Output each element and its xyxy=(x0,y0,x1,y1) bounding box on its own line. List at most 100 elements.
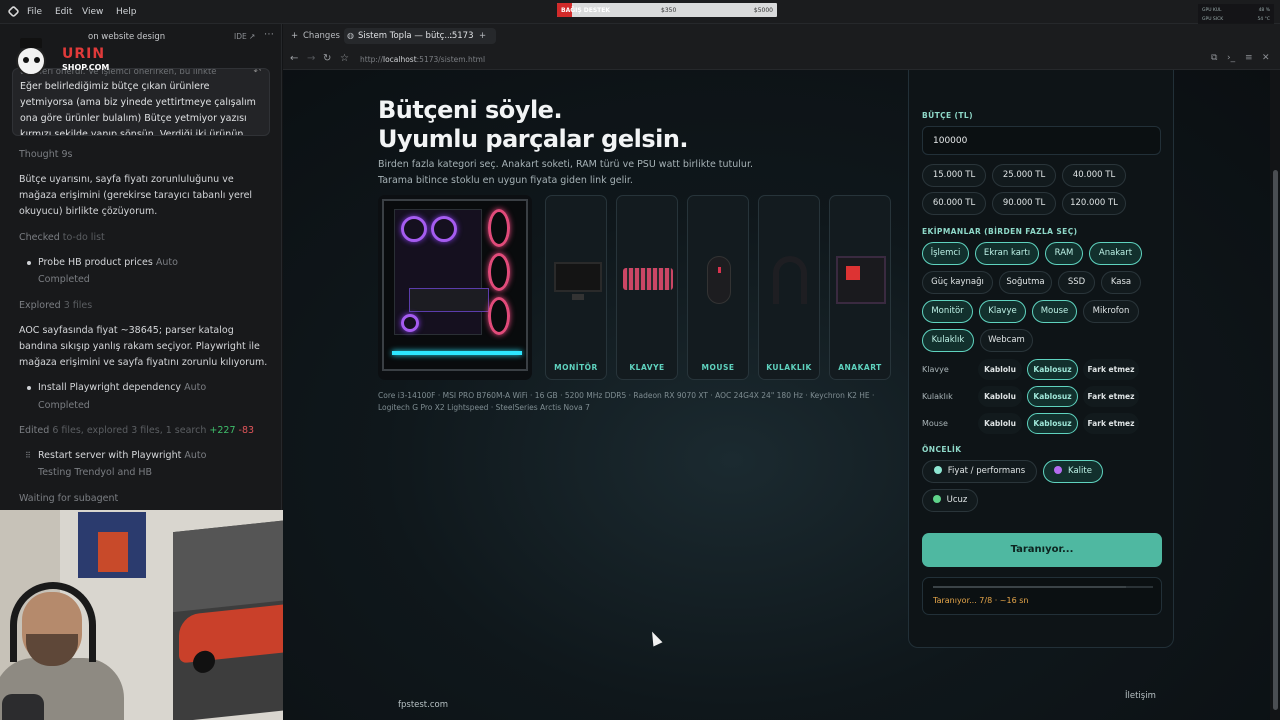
equipment-chip-case[interactable]: Kasa xyxy=(1101,271,1141,294)
donation-bar: BAĞIŞ DESTEK $350 $5000 xyxy=(557,3,777,17)
budget-label: BÜTÇE (TL) xyxy=(922,111,973,120)
tab-active-title[interactable]: Sistem Topla — bütç... xyxy=(358,31,452,41)
budget-preset-25000[interactable]: 25.000 TL xyxy=(992,164,1056,187)
menu-edit[interactable]: Edit xyxy=(55,7,72,17)
logo-brand-bottom: SHOP.COM xyxy=(62,63,110,72)
category-card-keyboard[interactable]: KLAVYE xyxy=(616,195,678,380)
priority-quality[interactable]: Kalite xyxy=(1043,460,1103,483)
budget-preset-40000[interactable]: 40.000 TL xyxy=(1062,164,1126,187)
undo-icon[interactable]: ↶ xyxy=(253,69,261,77)
equipment-chip-keyboard[interactable]: Klavye xyxy=(979,300,1026,323)
category-card-headset[interactable]: KULAKLIK xyxy=(758,195,820,380)
headset-wired-option[interactable]: Kablolu xyxy=(978,386,1022,407)
priority-price-performance[interactable]: Fiyat / performans xyxy=(922,460,1037,483)
reload-icon[interactable]: ↻ xyxy=(323,53,331,64)
equipment-label: EKİPMANLAR (BİRDEN FAZLA SEÇ) xyxy=(922,227,1078,236)
address-bar: ← → ↻ ☆ http://localhost:5173/sistem.htm… xyxy=(283,48,1280,70)
url-field[interactable]: http://localhost:5173/sistem.html xyxy=(360,55,485,64)
sparkle-icon xyxy=(1054,466,1063,474)
task-install-playwright[interactable]: Install Playwright dependency Auto xyxy=(38,380,288,396)
agent-thread-title[interactable]: on website design xyxy=(88,32,165,42)
task-bullet-icon xyxy=(27,386,31,390)
equipment-chip-ssd[interactable]: SSD xyxy=(1058,271,1095,294)
ide-link[interactable]: IDE ↗ xyxy=(234,32,255,41)
category-card-label: ANAKART xyxy=(838,363,882,372)
hero-title-line1: Bütçeni söyle. xyxy=(378,96,563,124)
equipment-chip-mouse[interactable]: Mouse xyxy=(1032,300,1077,323)
tab-changes[interactable]: Changes xyxy=(303,31,340,41)
browser-pane: + Changes ◍ Sistem Topla — bütç... :5173… xyxy=(283,24,1280,720)
priority-cheap[interactable]: Ucuz xyxy=(922,489,978,512)
task-restart-server[interactable]: Restart server with Playwright Auto xyxy=(38,448,288,464)
donation-current: $350 xyxy=(661,7,677,14)
globe-icon: ◍ xyxy=(347,31,354,40)
equipment-chip-motherboard[interactable]: Anakart xyxy=(1089,242,1142,265)
budget-preset-120000[interactable]: 120.000 TL xyxy=(1062,192,1126,215)
scan-progress: Taranıyor... 7/8 · ~16 sn xyxy=(922,577,1162,615)
motherboard-icon xyxy=(836,256,886,304)
streamer xyxy=(0,576,150,720)
thought-header[interactable]: Thought 9s xyxy=(19,147,269,163)
menu-view[interactable]: View xyxy=(82,7,103,17)
checked-header[interactable]: Checked to-do list xyxy=(19,230,269,246)
menu-help[interactable]: Help xyxy=(116,7,137,17)
app-logo-icon xyxy=(7,5,20,18)
task-probe-prices[interactable]: Probe HB product prices Auto xyxy=(38,255,288,271)
mouse-wired-option[interactable]: Kablolu xyxy=(978,413,1022,434)
equipment-chip-headset[interactable]: Kulaklık xyxy=(922,329,974,352)
equipment-chip-microphone[interactable]: Mikrofon xyxy=(1083,300,1139,323)
scrollbar-thumb[interactable] xyxy=(1273,170,1278,710)
footer-contact-link[interactable]: İletişim xyxy=(1125,691,1156,701)
explored-header[interactable]: Explored 3 files xyxy=(19,298,269,314)
menu-icon[interactable]: ≡ xyxy=(1245,53,1253,63)
add-icon[interactable]: + xyxy=(291,31,298,41)
menu-file[interactable]: File xyxy=(27,7,42,17)
waiting-status: Waiting for subagent xyxy=(19,493,119,504)
category-card-mouse[interactable]: MOUSE xyxy=(687,195,749,380)
equipment-chip-ram[interactable]: RAM xyxy=(1045,242,1083,265)
back-icon[interactable]: ← xyxy=(290,53,298,64)
keyboard-any-option[interactable]: Fark etmez xyxy=(1083,359,1139,380)
edited-summary[interactable]: Edited 6 files, explored 3 files, 1 sear… xyxy=(19,423,269,439)
close-icon[interactable]: ✕ xyxy=(1262,53,1270,63)
headset-wireless-option[interactable]: Kablosuz xyxy=(1027,386,1078,407)
page-scrollbar[interactable] xyxy=(1270,70,1280,720)
keyboard-wired-option[interactable]: Kablolu xyxy=(978,359,1022,380)
mouse-cursor-icon xyxy=(647,629,663,647)
headset-any-option[interactable]: Fark etmez xyxy=(1083,386,1139,407)
sysmon-row: GPU SICK 54 °C xyxy=(1202,17,1270,22)
scan-button[interactable]: Taranıyor... xyxy=(922,533,1162,567)
mouse-any-option[interactable]: Fark etmez xyxy=(1083,413,1139,434)
forward-icon[interactable]: → xyxy=(307,53,315,64)
headset-icon xyxy=(10,582,96,662)
category-card-monitor[interactable]: MONİTÖR xyxy=(545,195,607,380)
new-tab-icon[interactable]: + xyxy=(479,31,486,41)
equipment-chip-monitor[interactable]: Monitör xyxy=(922,300,973,323)
terminal-icon[interactable]: ›_ xyxy=(1227,53,1235,63)
devtools-icon[interactable]: ⧉ xyxy=(1211,53,1217,63)
category-card-motherboard[interactable]: ANAKART xyxy=(829,195,891,380)
equipment-chip-gpu[interactable]: Ekran kartı xyxy=(975,242,1039,265)
keyboard-icon xyxy=(623,268,673,290)
equipment-chip-webcam[interactable]: Webcam xyxy=(980,329,1033,352)
equipment-chip-cooling[interactable]: Soğutma xyxy=(999,271,1052,294)
equipment-chip-cpu[interactable]: İşlemci xyxy=(922,242,969,265)
category-card-label: KULAKLIK xyxy=(766,363,812,372)
sysmon-row: GPU KUL 48 % xyxy=(1202,8,1270,13)
more-options-icon[interactable]: ⋯ xyxy=(264,29,274,40)
budget-preset-60000[interactable]: 60.000 TL xyxy=(922,192,986,215)
conn-row-label-headset: Kulaklık xyxy=(922,392,953,401)
mouse-wireless-option[interactable]: Kablosuz xyxy=(1027,413,1078,434)
channel-logo: URIN SHOP.COM xyxy=(10,38,110,80)
skull-mascot-icon xyxy=(16,46,46,76)
budget-preset-90000[interactable]: 90.000 TL xyxy=(992,192,1056,215)
hero-title-line2: Uyumlu parçalar gelsin. xyxy=(378,125,689,153)
keyboard-wireless-option[interactable]: Kablosuz xyxy=(1027,359,1078,380)
footer-site-link[interactable]: fpstest.com xyxy=(398,700,448,710)
bookmark-icon[interactable]: ☆ xyxy=(340,53,349,64)
budget-preset-15000[interactable]: 15.000 TL xyxy=(922,164,986,187)
budget-input[interactable]: 100000 xyxy=(922,126,1161,155)
equipment-chip-psu[interactable]: Güç kaynağı xyxy=(922,271,993,294)
conn-row-label-mouse: Mouse xyxy=(922,419,948,428)
category-card-label: MOUSE xyxy=(701,363,735,372)
